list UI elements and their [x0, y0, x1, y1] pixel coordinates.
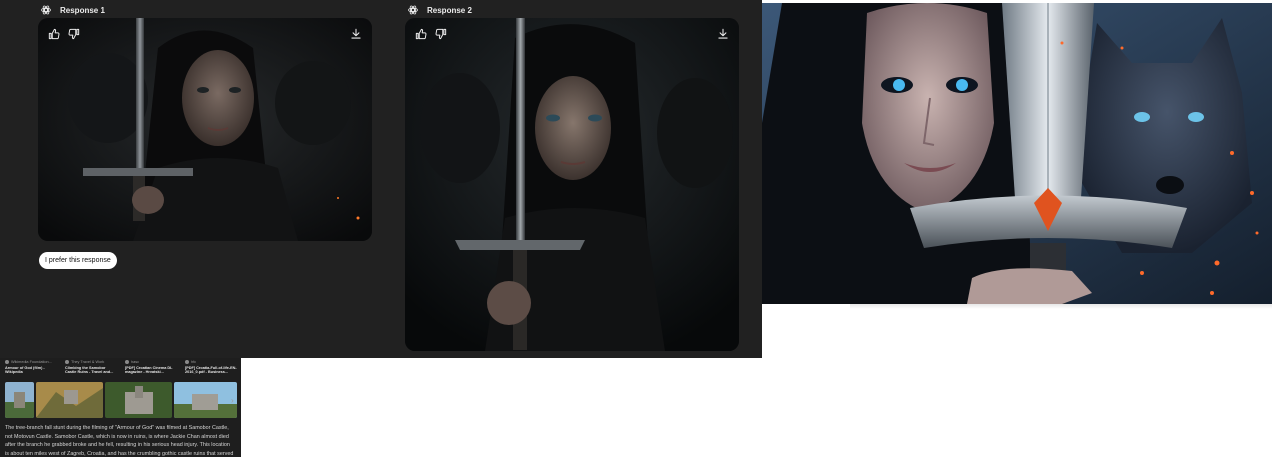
thumbnail-image[interactable]: [5, 382, 34, 418]
thumbnail-image[interactable]: [174, 382, 237, 418]
source-card[interactable]: hfc [PDF] Croatia-Full-of-life-EN-2016_0…: [185, 360, 237, 375]
source-site: hasc: [131, 360, 140, 364]
source-title: Climbing the Samobor Castle Ruins - Trav…: [65, 365, 114, 375]
search-sources-panel: Wikimedia Foundation... Armour of God (f…: [0, 358, 241, 457]
response-2-image[interactable]: [405, 18, 739, 351]
thumbs-up-icon[interactable]: [47, 27, 61, 41]
image-shadow: [850, 304, 1272, 309]
source-title: [PDF] Croatia-Full-of-life-EN-2016_0.pdf…: [185, 365, 237, 375]
site-favicon-icon: [125, 360, 129, 365]
image-thumbnails: [5, 382, 237, 418]
response-2-header: Response 2: [407, 3, 472, 17]
source-card[interactable]: Wikimedia Foundation... Armour of God (f…: [5, 360, 57, 375]
source-card[interactable]: They Travel & Work Climbing the Samobor …: [65, 360, 117, 375]
source-title: [PDF] Croatian Cinema DL magazine - Hrva…: [125, 365, 173, 375]
reference-image-woman-sword-wolf: [762, 3, 1272, 304]
response-1-label: Response 1: [60, 5, 105, 15]
thumbs-up-icon[interactable]: [414, 27, 428, 41]
generated-image-woman-with-sword: [405, 18, 739, 351]
chevron-right-icon[interactable]: ›: [231, 396, 239, 405]
openai-icon: [40, 4, 52, 16]
source-site: hfc: [191, 360, 197, 364]
download-icon[interactable]: [716, 27, 730, 41]
source-site: They Travel & Work: [71, 360, 105, 364]
site-favicon-icon: [65, 360, 69, 365]
openai-icon: [407, 4, 419, 16]
source-card[interactable]: hasc [PDF] Croatian Cinema DL magazine -…: [125, 360, 177, 375]
thumbs-down-icon[interactable]: [434, 27, 448, 41]
thumbnail-image[interactable]: [36, 382, 103, 418]
source-title: Armour of God (film) - Wikipedia: [5, 365, 45, 375]
source-site: Wikimedia Foundation...: [11, 360, 52, 364]
illustration-woman-sword-wolf: [762, 3, 1272, 304]
download-icon[interactable]: [349, 27, 363, 41]
site-favicon-icon: [5, 360, 9, 365]
response-1-image[interactable]: [38, 18, 372, 241]
response-comparison-panel: Response 1 Response 2 I prefer this resp…: [0, 0, 762, 358]
prefer-response-1-button[interactable]: I prefer this response: [39, 252, 117, 269]
generated-image-woman-with-sword: [38, 18, 372, 241]
response-1-header: Response 1: [40, 3, 105, 17]
thumbs-down-icon[interactable]: [67, 27, 81, 41]
screenshot-root: Response 1 Response 2 I prefer this resp…: [0, 0, 1280, 457]
response-2-label: Response 2: [427, 5, 472, 15]
thumbnail-image[interactable]: [105, 382, 172, 418]
source-cards: Wikimedia Foundation... Armour of God (f…: [5, 360, 237, 375]
site-favicon-icon: [185, 360, 189, 365]
answer-text: The tree-branch fall stunt during the fi…: [5, 425, 234, 457]
